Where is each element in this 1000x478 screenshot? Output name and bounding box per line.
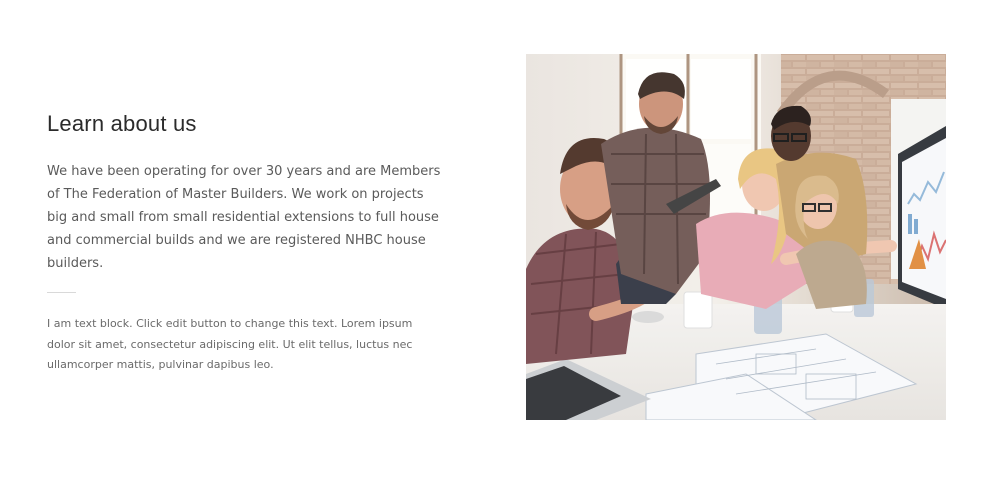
body-paragraph: I am text block. Click edit button to ch… (47, 317, 413, 371)
about-text-column: Learn about us We have been operating fo… (47, 108, 447, 376)
lead-paragraph: We have been operating for over 30 years… (47, 164, 441, 271)
divider (47, 292, 76, 293)
section-heading: Learn about us (47, 111, 197, 136)
team-photo-illustration (526, 54, 946, 420)
team-photo (526, 54, 946, 420)
about-section: Learn about us We have been operating fo… (0, 0, 1000, 478)
